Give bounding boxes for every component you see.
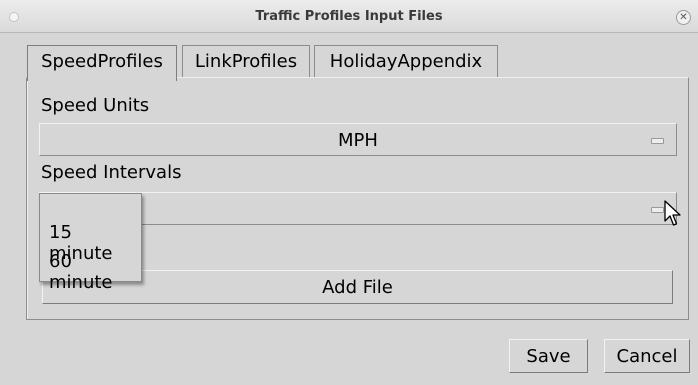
add-file-label: Add File [322, 277, 393, 298]
tab-label: LinkProfiles [194, 51, 298, 72]
speed-units-value: MPH [338, 130, 378, 151]
speed-units-select[interactable]: MPH [39, 123, 677, 156]
cancel-label: Cancel [616, 346, 678, 367]
speed-intervals-dropdown-menu: 15 minute 60 minute [39, 193, 142, 293]
option-menu-indicator-icon [651, 138, 664, 144]
tab-linkprofiles[interactable]: LinkProfiles [182, 45, 310, 78]
close-icon[interactable]: ✕ [676, 10, 691, 25]
title-bar: Traffic Profiles Input Files ✕ [0, 0, 698, 33]
mouse-pointer-icon [664, 200, 681, 226]
tab-speedprofiles[interactable]: SpeedProfiles [27, 45, 177, 81]
speed-intervals-label: Speed Intervals [41, 162, 182, 183]
save-button[interactable]: Save [509, 339, 588, 373]
option-menu-indicator-icon [651, 207, 664, 213]
tab-holidayappendix[interactable]: HolidayAppendix [314, 45, 498, 78]
speed-units-label: Speed Units [41, 95, 150, 116]
tab-label: SpeedProfiles [41, 51, 163, 72]
option-60-minute[interactable]: 60 minute [49, 251, 141, 293]
cancel-button[interactable]: Cancel [604, 339, 690, 373]
window-title: Traffic Profiles Input Files [255, 9, 443, 24]
tab-label: HolidayAppendix [329, 51, 483, 72]
save-label: Save [526, 346, 571, 367]
